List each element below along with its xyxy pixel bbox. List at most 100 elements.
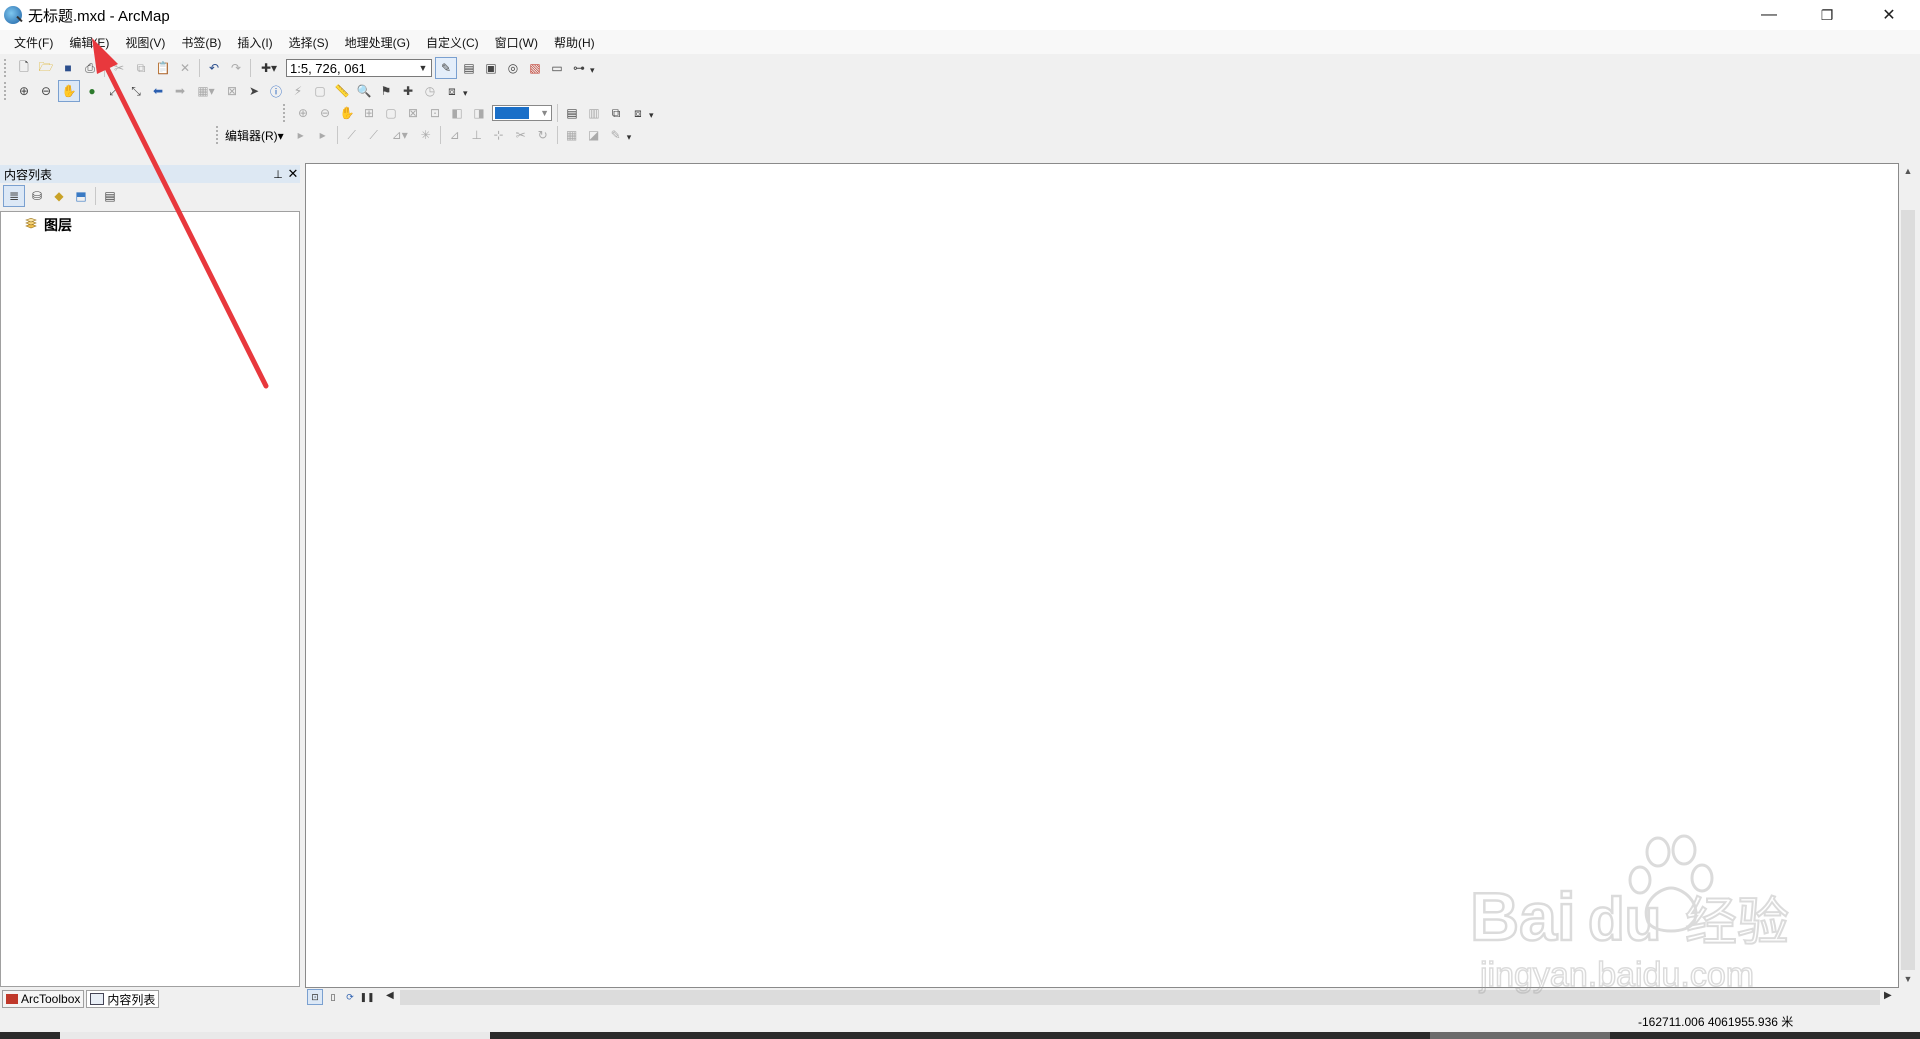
sketch-properties-icon[interactable]: ◪ xyxy=(584,125,604,145)
search-window-icon[interactable]: ◎ xyxy=(503,58,523,78)
print-icon[interactable]: ⎙ xyxy=(80,58,100,78)
map-scale-combobox[interactable]: 1:5, 726, 061 ▼ xyxy=(286,59,432,77)
menu-insert[interactable]: 插入(I) xyxy=(229,34,280,51)
reshape-icon[interactable]: ⊥ xyxy=(467,125,487,145)
fill-color-dropdown[interactable]: ▼ xyxy=(492,105,552,121)
layout-view-icon[interactable]: ▯ xyxy=(326,990,340,1004)
rotate-icon[interactable]: ↻ xyxy=(533,125,553,145)
pin-icon[interactable]: ⊥ xyxy=(271,165,285,183)
toolbar-grip[interactable] xyxy=(4,82,10,100)
add-data-icon[interactable]: ✚▾ xyxy=(255,58,283,78)
zoom-out-layout-icon[interactable]: ⊖ xyxy=(315,103,335,123)
select-features-icon[interactable]: ▦▾ xyxy=(192,81,220,101)
create-viewer-window-icon[interactable]: ⧈ xyxy=(442,81,462,101)
menu-geoprocessing[interactable]: 地理处理(G) xyxy=(337,34,418,51)
data-driven-pages-icon[interactable]: ⧈ xyxy=(628,103,648,123)
point-icon[interactable]: ✳ xyxy=(416,125,436,145)
modelbuilder-icon[interactable]: ⊶ xyxy=(569,58,589,78)
toolbar-grip[interactable] xyxy=(216,126,222,144)
pan-icon[interactable]: ✋ xyxy=(58,80,80,102)
python-window-icon[interactable]: ▭ xyxy=(547,58,567,78)
find-route-icon[interactable]: ⚑ xyxy=(376,81,396,101)
toolbar-grip[interactable] xyxy=(283,104,289,122)
zoom-out-icon[interactable]: ⊖ xyxy=(36,81,56,101)
catalog-window-icon[interactable]: ▣ xyxy=(481,58,501,78)
vertical-scrollbar-thumb[interactable] xyxy=(1901,210,1915,970)
create-features-icon[interactable]: ✎ xyxy=(606,125,626,145)
menu-file[interactable]: 文件(F) xyxy=(6,34,61,51)
table-of-contents-icon[interactable]: ▤ xyxy=(459,58,479,78)
paste-icon[interactable]: 📋 xyxy=(153,58,173,78)
open-folder-icon[interactable]: 🗁 xyxy=(36,58,56,78)
straight-segment-icon[interactable]: ⟋ xyxy=(342,125,362,145)
split-icon[interactable]: ✂ xyxy=(511,125,531,145)
undo-icon[interactable]: ↶ xyxy=(204,58,224,78)
scroll-left-icon[interactable]: ◀ xyxy=(386,990,394,1001)
save-icon[interactable]: ■ xyxy=(58,58,78,78)
menu-help[interactable]: 帮助(H) xyxy=(546,34,603,51)
back-extent-layout-icon[interactable]: ◧ xyxy=(447,103,467,123)
data-view-icon[interactable]: ⊡ xyxy=(307,989,323,1005)
list-by-source-icon[interactable]: ⛁ xyxy=(27,186,47,206)
hyperlink-icon[interactable]: ⚡ xyxy=(288,81,308,101)
edit-tool-icon[interactable]: ▸ xyxy=(291,125,311,145)
cut-icon[interactable]: ✂ xyxy=(109,58,129,78)
fixed-zoom-out-icon[interactable]: ⤡ xyxy=(126,81,146,101)
close-panel-icon[interactable]: ✕ xyxy=(286,165,300,183)
new-document-icon[interactable]: 🗋 xyxy=(14,58,34,78)
menu-bookmarks[interactable]: 书签(B) xyxy=(173,34,229,51)
close-button[interactable]: ✕ xyxy=(1860,0,1918,30)
scroll-up-icon[interactable]: ▲ xyxy=(1899,166,1917,176)
list-by-drawing-order-icon[interactable]: ≣ xyxy=(3,185,25,207)
scroll-down-icon[interactable]: ▼ xyxy=(1899,974,1917,984)
pan-layout-icon[interactable]: ✋ xyxy=(337,103,357,123)
html-popup-icon[interactable]: ▢ xyxy=(310,81,330,101)
toolbar-grip[interactable] xyxy=(4,59,10,77)
copy-icon[interactable]: ⧉ xyxy=(131,58,151,78)
menu-windows[interactable]: 窗口(W) xyxy=(487,34,546,51)
editor-toolbar-icon[interactable]: ✎ xyxy=(435,57,457,79)
change-layout-icon[interactable]: ⧉ xyxy=(606,103,626,123)
scroll-right-icon[interactable]: ▶ xyxy=(1884,990,1892,1001)
zoom-in-icon[interactable]: ⊕ xyxy=(14,81,34,101)
menu-customize[interactable]: 自定义(C) xyxy=(418,34,487,51)
pause-drawing-icon[interactable]: ❚❚ xyxy=(359,990,374,1004)
toggle-draft-mode-icon[interactable]: ▤ xyxy=(562,103,582,123)
fixed-zoom-in-layout-icon[interactable]: ⊠ xyxy=(403,103,423,123)
full-extent-icon[interactable]: ● xyxy=(82,81,102,101)
data-frame-layers[interactable]: 图层 xyxy=(44,215,72,235)
identify-icon[interactable]: ⓘ xyxy=(266,81,286,101)
menu-selection[interactable]: 选择(S) xyxy=(281,34,337,51)
trace-icon[interactable]: ⊿▾ xyxy=(386,125,414,145)
toolbar-options-icon[interactable]: ▾ xyxy=(627,132,635,146)
forward-extent-layout-icon[interactable]: ◨ xyxy=(469,103,489,123)
toolbar-options-icon[interactable]: ▾ xyxy=(590,65,598,79)
attributes-icon[interactable]: ▦ xyxy=(562,125,582,145)
chevron-down-icon[interactable]: ▼ xyxy=(415,60,431,76)
arctoolbox-window-icon[interactable]: ▧ xyxy=(525,58,545,78)
options-icon[interactable]: ▤ xyxy=(100,186,120,206)
fixed-zoom-in-icon[interactable]: ⤢ xyxy=(104,81,124,101)
list-by-selection-icon[interactable]: ⬒ xyxy=(71,186,91,206)
time-slider-icon[interactable]: ◷ xyxy=(420,81,440,101)
go-forward-icon[interactable]: ➡ xyxy=(170,81,190,101)
focus-data-frame-icon[interactable]: ▥ xyxy=(584,103,604,123)
edit-annotation-icon[interactable]: ▸ xyxy=(313,125,333,145)
tab-table-of-contents[interactable]: 内容列表 xyxy=(86,990,160,1008)
edit-vertices-icon[interactable]: ⊿ xyxy=(445,125,465,145)
zoom-whole-page-icon[interactable]: ⊞ xyxy=(359,103,379,123)
find-icon[interactable]: 🔍 xyxy=(354,81,374,101)
tab-arctoolbox[interactable]: ArcToolbox xyxy=(2,990,85,1008)
clear-selection-icon[interactable]: ⊠ xyxy=(222,81,242,101)
chevron-down-icon[interactable]: ▼ xyxy=(540,108,549,118)
refresh-view-icon[interactable]: ⟳ xyxy=(343,990,357,1004)
zoom-in-layout-icon[interactable]: ⊕ xyxy=(293,103,313,123)
select-elements-icon[interactable]: ➤ xyxy=(244,81,264,101)
zoom-100-icon[interactable]: ▢ xyxy=(381,103,401,123)
list-by-visibility-icon[interactable]: ◆ xyxy=(49,186,69,206)
editor-menu[interactable]: 编辑器(R)▾ xyxy=(225,127,284,144)
toolbar-options-icon[interactable]: ▾ xyxy=(463,88,471,102)
go-to-xy-icon[interactable]: ✚ xyxy=(398,81,418,101)
endpoint-arc-icon[interactable]: ⟋ xyxy=(364,125,384,145)
restore-button[interactable]: ❐ xyxy=(1798,0,1856,30)
